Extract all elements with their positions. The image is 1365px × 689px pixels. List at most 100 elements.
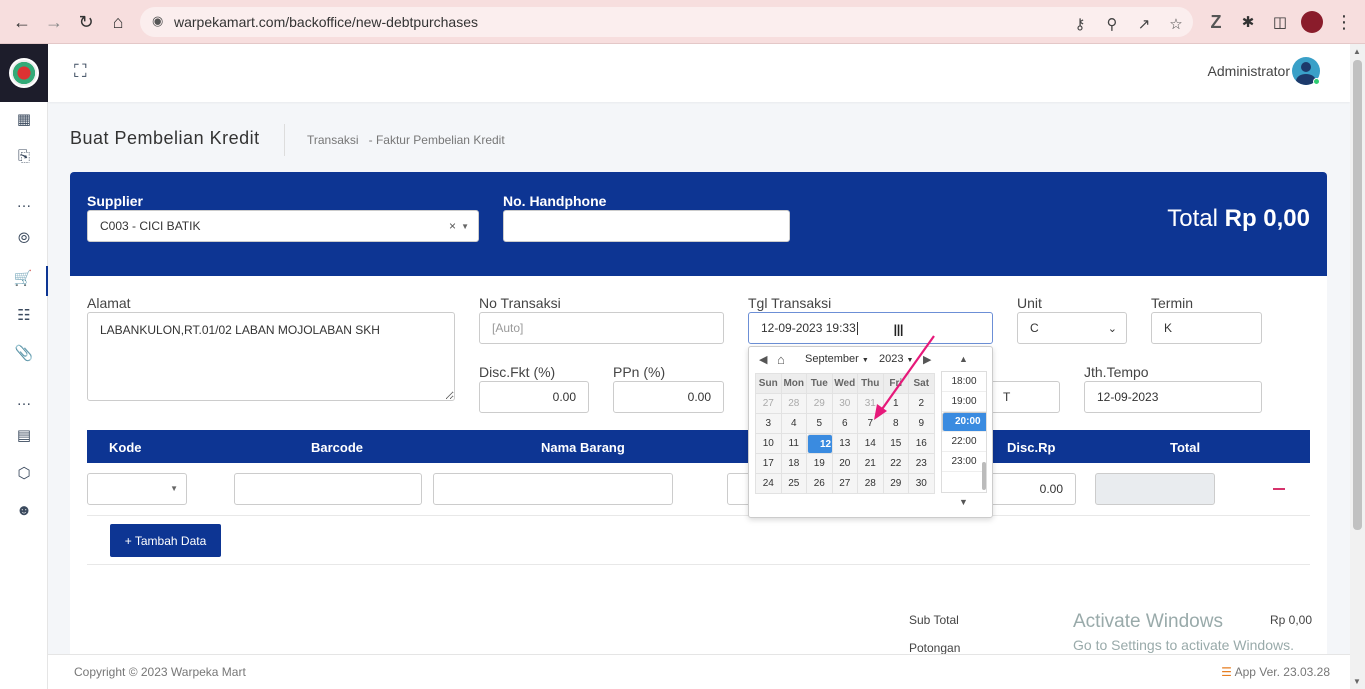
alamat-textarea[interactable]: LABANKULON,RT.01/02 LABAN MOJOLABAN SKH [87,312,455,401]
extensions-puzzle-icon[interactable]: ✱ [1236,10,1260,34]
time-option[interactable]: 23:00 [942,452,986,472]
tambah-data-button[interactable]: + Tambah Data [110,524,221,557]
kode-select[interactable]: ▼ [87,473,187,505]
calendar-day[interactable]: 6 [831,413,858,434]
share-icon[interactable]: ↗ [1134,15,1154,33]
broadcast-icon[interactable]: ⦾ [0,230,48,247]
calendar-day[interactable]: 29 [806,393,833,414]
calendar-day[interactable]: 24 [755,473,782,494]
time-option[interactable]: 22:00 [942,432,986,452]
fullscreen-icon[interactable]: ⛶ [74,61,87,82]
calendar-day[interactable]: 21 [857,453,884,474]
nama-barang-input[interactable] [433,473,673,505]
page-title: Buat Pembelian Kredit [70,128,260,148]
url-text[interactable]: warpekamart.com/backoffice/new-debtpurch… [174,14,478,30]
calendar-day[interactable]: 12 [807,434,833,454]
subtotal-value: Rp 0,00 [1270,613,1313,627]
calendar-day[interactable]: 20 [831,453,858,474]
time-option[interactable]: 19:00 [942,392,986,412]
calendar-day[interactable]: 15 [882,433,909,454]
bookmark-star-icon[interactable]: ☆ [1166,15,1186,33]
time-scroll-up-icon[interactable]: ▲ [959,354,968,364]
supplier-select[interactable]: C003 - CICI BATIK × ▼ [87,210,479,242]
prev-month-icon[interactable]: ◀ [759,353,767,366]
app-version: ☰ App Ver. 23.03.28 [1221,665,1330,679]
disc-fkt-input[interactable]: 0.00 [479,381,589,413]
clipboard-icon[interactable]: ⎘ [0,148,48,165]
calendar-day[interactable]: 28 [780,393,807,414]
phone-input[interactable] [503,210,790,242]
time-option[interactable]: 20:00 [942,412,986,432]
jth-tempo-input[interactable]: 12-09-2023 [1084,381,1262,413]
calendar-day[interactable]: 26 [806,473,833,494]
calendar-day[interactable]: 4 [780,413,807,434]
home-icon[interactable]: ⌂ [106,10,130,34]
time-list-scrollbar[interactable] [982,462,986,490]
back-arrow-icon[interactable]: ← [10,10,34,34]
page-scrollbar[interactable]: ▲ ▼ [1350,44,1365,689]
breadcrumb: Transaksi - Faktur Pembelian Kredit [307,133,505,147]
address-bar[interactable]: ◉ warpekamart.com/backoffice/new-debtpur… [140,7,1193,37]
clear-x-icon[interactable]: × [449,219,456,233]
zoom-icon[interactable]: ⚲ [1102,15,1122,33]
dashboard-icon[interactable]: ▦ [0,110,48,128]
reload-icon[interactable]: ↻ [74,10,98,34]
ppn-input[interactable]: 0.00 [613,381,724,413]
user-name[interactable]: Administrator [1208,63,1290,79]
app-logo[interactable] [0,44,48,102]
calendar-day[interactable]: 13 [831,433,858,454]
extension-z-icon[interactable]: Z [1204,10,1228,34]
calendar-day[interactable]: 27 [755,393,782,414]
browser-menu-icon[interactable]: ⋮ [1332,10,1356,34]
online-status-dot [1313,78,1320,85]
calendar-day[interactable]: 25 [780,473,807,494]
book-icon[interactable]: ▤ [0,426,48,444]
paperclip-icon[interactable]: 📎 [0,344,48,362]
col-barcode: Barcode [311,440,364,455]
remove-row-icon[interactable] [1273,488,1285,490]
scroll-down-arrow-icon[interactable]: ▼ [1353,677,1361,686]
calendar-day[interactable]: 14 [857,433,884,454]
calendar-day[interactable]: 30 [908,473,935,494]
calendar-day[interactable]: 17 [755,453,782,474]
calendar-day[interactable]: 5 [806,413,833,434]
scroll-up-arrow-icon[interactable]: ▲ [1353,47,1361,56]
time-option[interactable]: 18:00 [942,372,986,392]
hidden-field-input[interactable]: T [990,381,1060,413]
calendar-day[interactable]: 23 [908,453,935,474]
forward-arrow-icon[interactable]: → [42,10,66,34]
calendar-day[interactable]: 29 [882,473,909,494]
calendar-day[interactable]: 11 [780,433,807,454]
calendar-day[interactable]: 22 [882,453,909,474]
termin-input[interactable]: K [1151,312,1262,344]
calendar-day[interactable]: 10 [755,433,782,454]
box-icon[interactable]: ⬡ [0,464,48,482]
today-home-icon[interactable]: ⌂ [777,352,785,367]
users-icon[interactable]: ☻ [0,502,48,519]
breadcrumb-transaksi[interactable]: Transaksi [307,133,359,147]
breadcrumb-divider [284,124,285,156]
unit-select[interactable]: C ⌄ [1017,312,1127,344]
month-select[interactable]: September ▼ [805,353,869,365]
profile-avatar[interactable] [1300,10,1324,34]
no-transaksi-input[interactable]: [Auto] [479,312,724,344]
calendar-day[interactable]: 16 [908,433,935,454]
key-icon[interactable]: ⚷ [1070,15,1090,33]
calculator-icon[interactable]: ☷ [0,306,48,324]
jth-tempo-label: Jth.Tempo [1084,364,1149,380]
sidepanel-icon[interactable]: ◫ [1268,10,1292,34]
barcode-input[interactable] [234,473,422,505]
disc-rp-input[interactable]: 0.00 [990,473,1076,505]
row-total-input [1095,473,1215,505]
calendar-day[interactable]: 27 [831,473,858,494]
weekday-header: Tue [806,373,833,394]
cart-icon[interactable]: 🛒 [0,266,48,296]
calendar-day[interactable]: 3 [755,413,782,434]
text-cursor-icon: Ⅲ [893,323,905,340]
calendar-day[interactable]: 28 [857,473,884,494]
calendar-day[interactable]: 18 [780,453,807,474]
calendar-day[interactable]: 19 [806,453,833,474]
calendar-day[interactable]: 30 [831,393,858,414]
scrollbar-thumb[interactable] [1353,60,1362,530]
time-scroll-down-icon[interactable]: ▼ [959,497,968,507]
